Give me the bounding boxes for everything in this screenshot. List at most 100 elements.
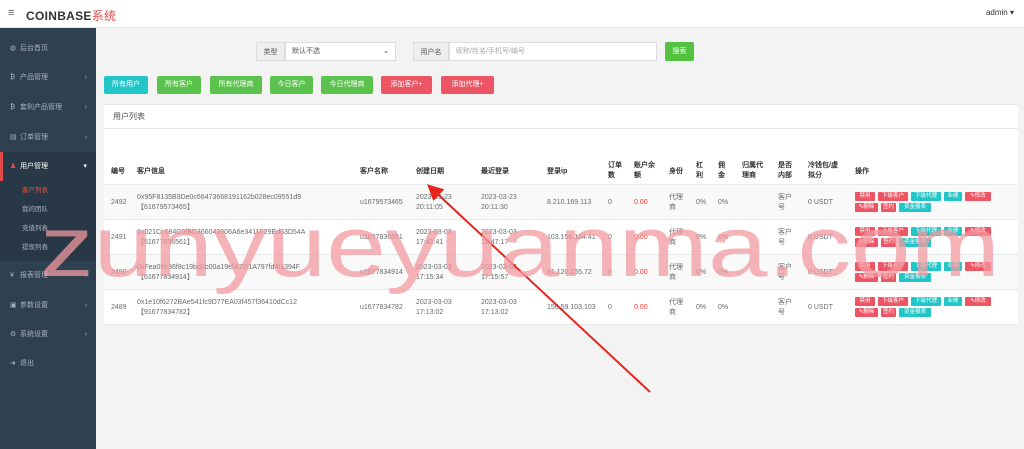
user-id: 2490 <box>111 269 127 276</box>
sidebar-item[interactable]: ₿ 产品管理 › <box>0 63 96 93</box>
sidebar-subitem[interactable]: 客户列表 <box>0 181 96 200</box>
type-select[interactable]: 默认不选 ⌄ <box>285 42 396 61</box>
action-button[interactable]: ✎修改 <box>965 297 991 306</box>
brand-logo[interactable]: COINBASE系统 <box>26 7 116 24</box>
action-button[interactable]: 下级代理 <box>911 262 941 271</box>
cold-wallet: 0 USDT <box>808 199 833 206</box>
chevron-down-icon: ⌄ <box>383 48 389 55</box>
bitcoin-icon: ₿ <box>10 74 16 81</box>
brand-suffix: 系统 <box>91 9 117 23</box>
cold-wallet: 0 USDT <box>808 269 833 276</box>
action-button[interactable]: ✎修改 <box>965 192 991 201</box>
column-header: 客户信息 <box>137 167 165 177</box>
action-button[interactable]: 禁用 <box>855 297 875 306</box>
column-header-line: 内部 <box>778 172 792 179</box>
tab-button[interactable]: 所有客户 <box>157 76 201 94</box>
action-button[interactable]: 下级客户 <box>878 227 908 236</box>
sidebar-item-label: 退出 <box>20 360 34 367</box>
tab-button[interactable]: 今日客户 <box>270 76 313 94</box>
account-balance: 0.00 <box>634 234 648 241</box>
sidebar-item[interactable]: ⚙ 系统设置 › <box>0 320 96 349</box>
last-login-time: 17:13:02 <box>481 309 509 316</box>
column-header: 是否 内部 <box>778 161 792 181</box>
admin-user-menu[interactable]: admin ▾ <box>986 8 1014 17</box>
created-date: 2023-03-03 <box>416 299 452 306</box>
action-button[interactable]: 禁用 <box>855 192 875 201</box>
sidebar-subitem[interactable]: 我的团队 <box>0 200 96 219</box>
action-button[interactable]: 资金报表 <box>899 238 931 247</box>
tab-button[interactable]: 所有代理商 <box>210 76 262 94</box>
column-header: 操作 <box>855 167 869 177</box>
column-header-line: 数 <box>608 172 615 179</box>
sidebar-item[interactable]: ♟ 用户管理 ▾ <box>0 152 96 181</box>
action-button[interactable]: 下级代理 <box>911 297 941 306</box>
sidebar-item[interactable]: ◍ 后台首页 <box>0 34 96 63</box>
action-button[interactable]: 签约 <box>881 308 896 317</box>
action-button[interactable]: 业绩 <box>944 227 962 236</box>
user-id: 2491 <box>111 234 127 241</box>
action-button[interactable]: 禁用 <box>855 262 875 271</box>
column-header: 最近登录 <box>481 167 509 177</box>
tab-button[interactable]: 添加代理+ <box>441 76 494 94</box>
last-login-date: 2023-03-03 <box>481 229 517 236</box>
chevron-icon: › <box>84 331 87 338</box>
action-button[interactable]: ✎删除 <box>855 238 878 247</box>
action-button[interactable]: 下级客户 <box>878 262 908 271</box>
search-button[interactable]: 搜索 <box>665 42 694 61</box>
action-button[interactable]: 下级客户 <box>878 297 908 306</box>
username-input[interactable]: 昵称/姓名/手机号/编号 <box>449 42 657 61</box>
hamburger-menu-icon[interactable]: ≡ <box>8 7 14 19</box>
username-label: 用户名 <box>413 42 449 61</box>
action-button[interactable]: 签约 <box>881 238 896 247</box>
role-line1: 代理 <box>669 264 683 271</box>
action-button[interactable]: 业绩 <box>944 262 962 271</box>
sidebar-subitem[interactable]: 提现列表 <box>0 238 96 257</box>
action-button[interactable]: 资金报表 <box>899 308 931 317</box>
sidebar-item[interactable]: ▤ 订单管理 › <box>0 123 96 152</box>
sidebar-item[interactable]: ▣ 参数设置 › <box>0 291 96 320</box>
commission: 0% <box>718 234 729 241</box>
action-button[interactable]: 资金报表 <box>899 203 931 212</box>
wallet-address: 0x021Cc684C0fBD366043906A6e3411F29Ed53D5… <box>137 229 306 236</box>
action-button[interactable]: ✎修改 <box>965 227 991 236</box>
action-button[interactable]: 签约 <box>881 203 896 212</box>
sidebar-item[interactable]: ₿ 套利产品管理 › <box>0 93 96 123</box>
sidebar-subitem[interactable]: 充值列表 <box>0 219 96 238</box>
customer-name: u1677834782 <box>360 304 403 311</box>
column-header-line: 利 <box>696 172 703 179</box>
sidebar-item[interactable]: ➜ 退出 <box>0 349 96 378</box>
action-button[interactable]: ✎修改 <box>965 262 991 271</box>
column-header: 客户名称 <box>360 167 388 177</box>
tab-button[interactable]: 所有用户 <box>104 76 148 94</box>
action-button[interactable]: ✎删除 <box>855 273 878 282</box>
role-line2: 商 <box>669 274 676 281</box>
internal-line2: 号 <box>778 274 785 281</box>
sidebar-item-label: 系统设置 <box>20 331 48 338</box>
action-button[interactable]: 下级代理 <box>911 227 941 236</box>
gears-icon: ⚙ <box>10 331 17 338</box>
action-button[interactable]: 签约 <box>881 273 896 282</box>
internal-line2: 号 <box>778 239 785 246</box>
account-balance: 0.00 <box>634 304 648 311</box>
users-icon: ♟ <box>10 163 17 170</box>
tab-button[interactable]: 今日代理商 <box>321 76 373 94</box>
commission: 0% <box>718 269 729 276</box>
action-button[interactable]: ✎删除 <box>855 203 878 212</box>
last-login-date: 2023-03-23 <box>481 194 517 201</box>
sidebar-item[interactable]: ¥ 报表管理 › <box>0 261 96 291</box>
action-button[interactable]: 业绩 <box>944 297 962 306</box>
action-button[interactable]: 下级代理 <box>911 192 941 201</box>
column-header-line: 账户余 <box>634 162 655 169</box>
action-button[interactable]: 业绩 <box>944 192 962 201</box>
action-button[interactable]: 禁用 <box>855 227 875 236</box>
last-login-time: 18:47:17 <box>481 239 509 246</box>
table-row: 2491 0x021Cc684C0fBD366043906A6e3411F29Ed… <box>104 220 1018 255</box>
tab-button[interactable]: 添加客户+ <box>381 76 432 94</box>
commission: 0% <box>718 304 729 311</box>
action-button[interactable]: 下级客户 <box>878 192 908 201</box>
action-button[interactable]: ✎删除 <box>855 308 878 317</box>
created-time: 17:15:34 <box>416 274 444 281</box>
action-button[interactable]: 资金报表 <box>899 273 931 282</box>
column-header-line: 订单 <box>608 162 622 169</box>
chevron-icon: › <box>84 134 87 141</box>
